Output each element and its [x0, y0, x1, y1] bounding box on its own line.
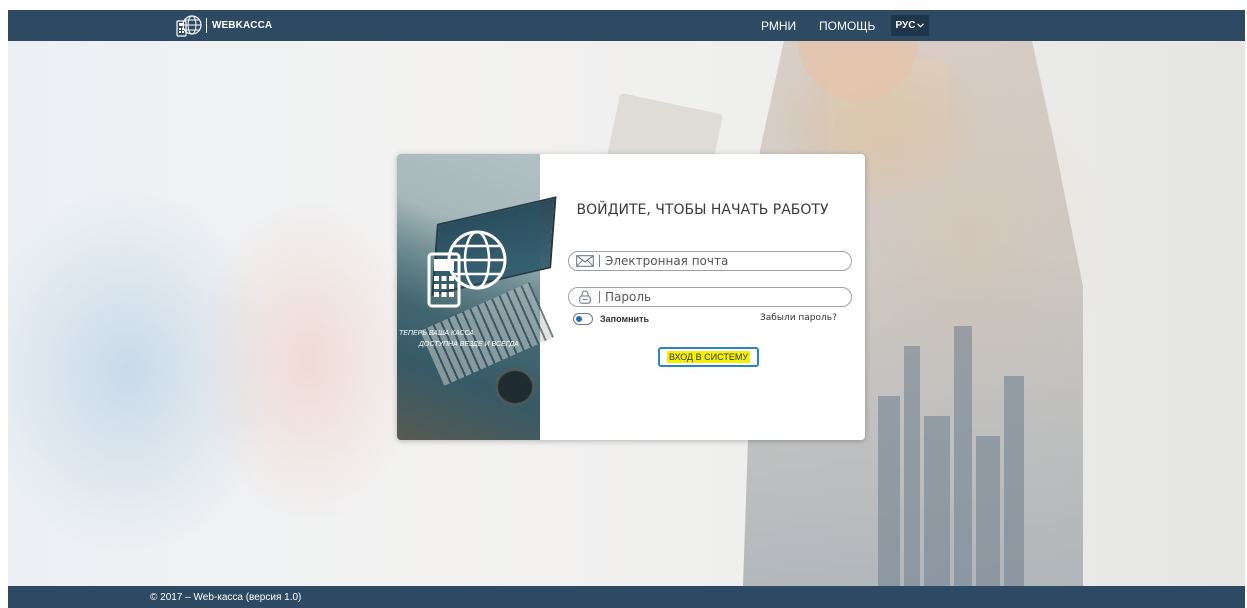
login-button-label: ВХОД В СИСТЕМУ: [666, 351, 751, 363]
password-input[interactable]: [605, 290, 835, 304]
login-button[interactable]: ВХОД В СИСТЕМУ: [658, 347, 759, 367]
brand-name: WEBKACCA: [212, 20, 273, 31]
password-divider: [599, 291, 600, 303]
envelope-icon: [574, 252, 596, 270]
language-label: РУС: [895, 20, 916, 31]
login-title: ВОЙДИТЕ, ЧТОБЫ НАЧАТЬ РАБОТУ: [576, 202, 829, 218]
promo-tagline: ТЕПЕРЬ ВАША КАССА ДОСТУПНА ВЕЗДЕ И ВСЕГД…: [399, 328, 519, 350]
remember-label: Запомнить: [600, 314, 650, 324]
language-selector[interactable]: РУС: [891, 15, 929, 36]
background-image: ТЕПЕРЬ ВАША КАССА ДОСТУПНА ВЕЗДЕ И ВСЕГД…: [8, 41, 1245, 586]
login-form: ВОЙДИТЕ, ЧТОБЫ НАЧАТЬ РАБОТУ Электронная…: [540, 154, 865, 440]
promo-tagline-line2: ДОСТУПНА ВЕЗДЕ И ВСЕГДА: [419, 341, 519, 348]
promo-tagline-line1: ТЕПЕРЬ ВАША КАССА: [399, 330, 474, 337]
email-divider: [599, 255, 600, 267]
app-frame: WEBKACCA РМНИ ПОМОЩЬ РУС ТЕПЕРЬ ВАША КАС…: [8, 10, 1245, 608]
promo-photo: ТЕПЕРЬ ВАША КАССА ДОСТУПНА ВЕЗДЕ И ВСЕГД…: [397, 154, 557, 440]
forgot-password-link[interactable]: Забыли пароль?: [760, 313, 837, 323]
brand-divider: [206, 18, 207, 33]
remember-toggle[interactable]: Запомнить: [573, 313, 649, 325]
password-field[interactable]: [568, 287, 852, 307]
nav-rmni[interactable]: РМНИ: [761, 10, 796, 41]
toggle-switch[interactable]: [573, 313, 593, 325]
nav-help[interactable]: ПОМОЩЬ: [819, 10, 875, 41]
footer-bar: © 2017 – Web-касса (версия 1.0): [8, 586, 1245, 608]
chevron-down-icon: [917, 23, 925, 28]
top-bar: WEBKACCA РМНИ ПОМОЩЬ РУС: [8, 10, 1245, 41]
login-card: ТЕПЕРЬ ВАША КАССА ДОСТУПНА ВЕЗДЕ И ВСЕГД…: [397, 154, 865, 440]
email-input[interactable]: [605, 254, 835, 268]
lock-icon: [574, 288, 596, 306]
email-field[interactable]: [568, 251, 852, 271]
background-city: [868, 281, 1028, 586]
globe-register-icon: [176, 15, 202, 37]
toggle-knob: [576, 316, 582, 322]
globe-register-icon: [427, 230, 507, 308]
copyright-text: © 2017 – Web-касса (версия 1.0): [150, 591, 302, 603]
brand-logo[interactable]: WEBKACCA: [176, 14, 272, 37]
